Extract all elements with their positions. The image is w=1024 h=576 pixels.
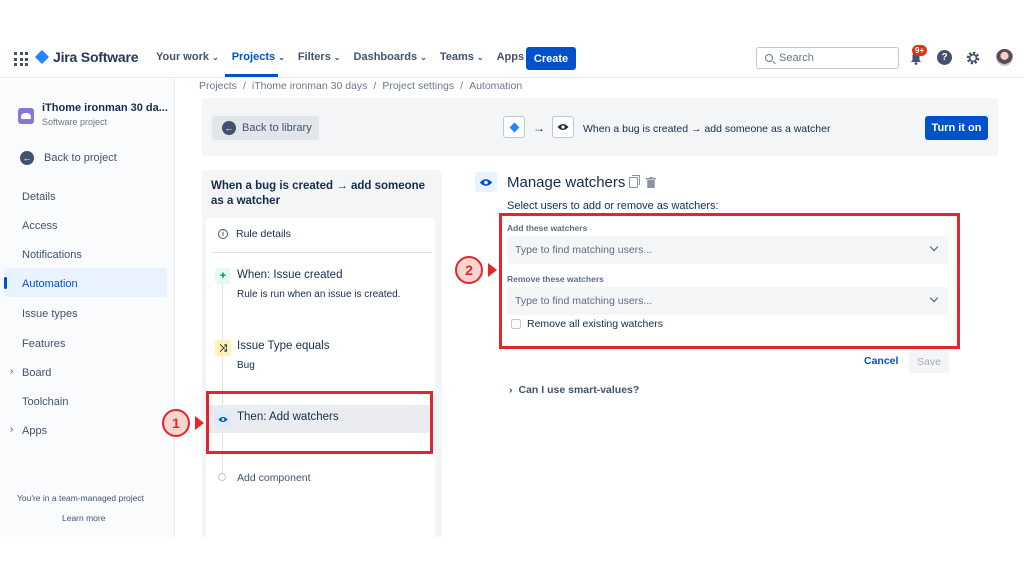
sidebar-item-apps[interactable]: Apps [22, 425, 47, 437]
chevron-down-icon: ⌄ [476, 52, 484, 62]
chevron-down-icon: ⌄ [211, 52, 219, 62]
annotation-box-2 [499, 213, 960, 349]
breadcrumb: Projects / iThome ironman 30 days / Proj… [199, 80, 522, 92]
nav-dashboards[interactable]: Dashboards ⌄ [354, 51, 427, 63]
chevron-right-icon: › [10, 366, 14, 377]
app-switcher-icon[interactable] [14, 52, 28, 66]
sidebar-item-toolchain[interactable]: Toolchain [22, 396, 68, 408]
sidebar-item-automation[interactable]: Automation [22, 278, 78, 290]
divider [212, 252, 432, 253]
avatar[interactable] [996, 49, 1013, 66]
sidebar-item-access[interactable]: Access [22, 220, 57, 232]
annotation-pointer-1 [195, 416, 204, 430]
instructions-text: Select users to add or remove as watcher… [507, 200, 719, 212]
manage-watchers-title: Manage watchers [507, 174, 626, 191]
project-name[interactable]: iThome ironman 30 da... [42, 102, 168, 114]
notification-badge: 9+ [912, 45, 928, 56]
smart-values-toggle[interactable]: › Can I use smart-values? [509, 384, 639, 396]
trigger-title[interactable]: When: Issue created [237, 269, 342, 281]
project-type: Software project [42, 117, 108, 127]
condition-value: Bug [237, 360, 255, 371]
rule-components-card [206, 218, 435, 540]
trigger-description: Rule is run when an issue is created. [237, 289, 401, 300]
nav-projects[interactable]: Projects ⌄ [232, 51, 285, 63]
condition-title[interactable]: Issue Type equals [237, 340, 330, 352]
rule-title: When a bug is created → add someone as a… [583, 123, 831, 135]
gear-icon[interactable] [965, 50, 981, 66]
search-placeholder: Search [779, 52, 814, 64]
sidebar-item-issue-types[interactable]: Issue types [22, 308, 78, 320]
shuffle-icon: ⤨ [215, 340, 231, 356]
chevron-down-icon: ⌄ [278, 52, 285, 62]
chevron-right-icon: › [10, 424, 14, 435]
chevron-down-icon: ⌄ [333, 52, 341, 62]
nav-your-work[interactable]: Your work ⌄ [156, 51, 219, 63]
rule-details-item[interactable]: i Rule details [218, 228, 291, 240]
plus-icon: + [215, 268, 231, 284]
breadcrumb-separator: / [373, 80, 377, 92]
brand-name: Jira Software [53, 49, 139, 65]
cancel-button[interactable]: Cancel [864, 355, 898, 367]
trash-icon[interactable] [646, 177, 656, 188]
annotation-number-1: 1 [162, 409, 190, 437]
chevron-down-icon: ⌄ [420, 52, 427, 62]
back-to-library-button[interactable]: ← Back to library [212, 116, 319, 140]
primary-nav: Your work ⌄ Projects ⌄ Filters ⌄ Dashboards… [156, 51, 534, 63]
project-icon [18, 108, 34, 124]
sidebar-item-features[interactable]: Features [22, 338, 65, 350]
flow-arrow: → [533, 121, 545, 135]
annotation-number-2: 2 [455, 256, 483, 284]
breadcrumb-separator: / [460, 80, 464, 92]
eye-icon [475, 172, 497, 192]
jira-diamond-icon [34, 49, 50, 65]
sidebar-item-board[interactable]: Board [22, 367, 51, 379]
save-button[interactable]: Save [909, 351, 949, 373]
arrow-left-icon: ← [20, 151, 34, 165]
add-component-dot [218, 473, 226, 481]
eye-icon [552, 116, 574, 138]
add-component-button[interactable]: Add component [237, 472, 311, 484]
team-managed-note: You're in a team-managed project [17, 493, 144, 503]
info-icon: i [218, 229, 228, 239]
search-input[interactable]: Search [756, 47, 899, 69]
sidebar-item-details[interactable]: Details [22, 191, 56, 203]
back-to-project-button[interactable]: ← Back to project [20, 151, 117, 165]
breadcrumb-project-settings[interactable]: Project settings [382, 80, 454, 92]
create-button[interactable]: Create [526, 47, 576, 70]
trigger-jira-icon [503, 116, 525, 138]
page-bottom [0, 537, 1024, 576]
help-icon[interactable]: ? [937, 50, 952, 65]
breadcrumb-automation[interactable]: Automation [469, 80, 522, 92]
sidebar-item-notifications[interactable]: Notifications [22, 249, 82, 261]
rule-heading: When a bug is created → add someone as a… [211, 180, 426, 207]
breadcrumb-projects[interactable]: Projects [199, 80, 237, 92]
jira-logo[interactable]: Jira Software [34, 49, 139, 65]
nav-teams[interactable]: Teams ⌄ [440, 51, 484, 63]
arrow-left-icon: ← [222, 121, 236, 135]
breadcrumb-project[interactable]: iThome ironman 30 days [252, 80, 368, 92]
copy-icon[interactable] [629, 175, 640, 188]
turn-it-on-button[interactable]: Turn it on [925, 116, 988, 140]
active-nav-indicator [225, 74, 278, 77]
learn-more-link[interactable]: Learn more [62, 513, 105, 523]
annotation-box-1 [206, 391, 433, 454]
chevron-right-icon: › [509, 384, 513, 396]
nav-filters[interactable]: Filters ⌄ [298, 51, 341, 63]
breadcrumb-separator: / [242, 80, 246, 92]
sidebar-active-bar [4, 277, 7, 289]
search-icon [765, 54, 773, 62]
annotation-pointer-2 [488, 263, 497, 277]
